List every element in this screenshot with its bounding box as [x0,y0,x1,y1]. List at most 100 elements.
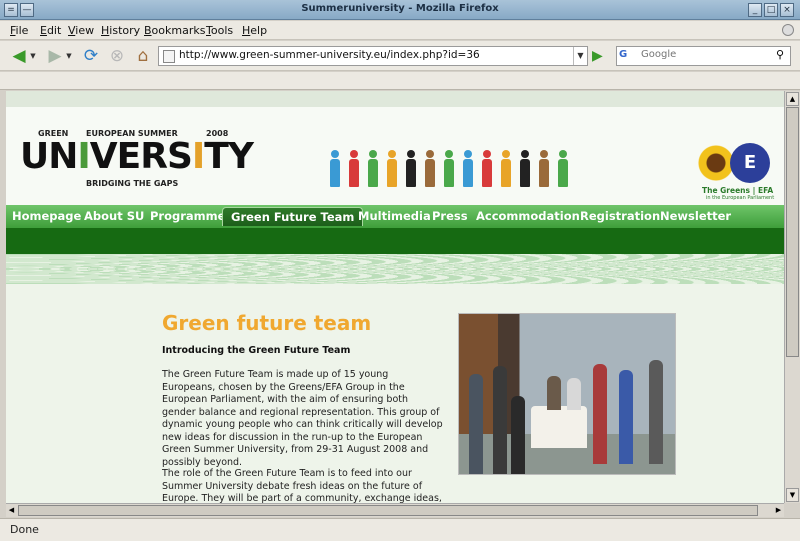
url-bar[interactable]: ▼ [158,46,588,66]
scroll-right-icon[interactable]: ▶ [773,505,784,516]
person-head [331,150,339,158]
page-top-strip [6,91,784,107]
party-subtitle: in the European Parliament [706,195,775,201]
menu-edit[interactable]: Edit [40,24,61,37]
greens-efa-logo[interactable]: E The Greens | EFA in the European Parli… [696,133,776,203]
photo-person [593,364,607,464]
photo-person [511,396,525,474]
person-head [426,150,434,158]
photo-person [649,360,663,464]
nav-programme[interactable]: Programme [150,209,225,223]
photo-person [469,374,483,474]
person-figure-icon [480,150,494,187]
scroll-up-icon[interactable]: ▲ [786,92,799,106]
home-icon[interactable]: ⌂ [132,46,154,66]
person-figure-icon [347,150,361,187]
nav-newsletter[interactable]: Newsletter [660,209,731,223]
person-head [350,150,358,158]
person-body [558,159,568,187]
person-figure-icon [404,150,418,187]
search-input[interactable] [641,49,761,60]
minimize-button[interactable]: _ [748,3,762,17]
person-body [330,159,340,187]
nav-press[interactable]: Press [432,209,468,223]
person-head [388,150,396,158]
vertical-scrollbar[interactable]: ▲ ▼ [784,91,800,503]
photo-person [619,370,633,464]
person-figure-icon [442,150,456,187]
back-icon[interactable]: ◀ [8,46,30,66]
site-logo[interactable]: UNIVERSITY [20,139,254,175]
person-head [521,150,529,158]
page-viewport: GREEN EUROPEAN SUMMER 2008 UNIVERSITY BR… [6,91,784,503]
forward-dropdown-icon[interactable]: ▼ [64,46,74,66]
person-figure-icon [518,150,532,187]
person-figure-icon [328,150,342,187]
nav-green-future-team[interactable]: Green Future Team [222,207,364,226]
menu-bar: File Edit View History Bookmarks Tools H… [0,21,800,40]
person-figure-icon [423,150,437,187]
person-body [539,159,549,187]
scroll-down-icon[interactable]: ▼ [786,488,799,502]
person-body [387,159,397,187]
person-body [444,159,454,187]
nav-about-su[interactable]: About SU [84,209,144,223]
url-dropdown-icon[interactable]: ▼ [573,47,587,65]
nav-registration[interactable]: Registration [580,209,660,223]
person-figure-icon [556,150,570,187]
photo-person [567,378,581,410]
search-icon[interactable]: ⚲ [772,48,788,64]
page-favicon-icon [163,50,175,63]
throbber-icon [782,24,794,36]
person-figure-icon [537,150,551,187]
menu-tools[interactable]: Tools [206,24,233,37]
window-titlebar: = — Summeruniversity - Mozilla Firefox _… [0,0,800,20]
bookmarks-toolbar [0,72,800,90]
navigation-toolbar: ◀ ▼ ▶ ▼ ⟳ ⊗ ⌂ ▼ ▶ G ⚲ [0,41,800,71]
person-figure-icon [366,150,380,187]
reload-icon[interactable]: ⟳ [80,46,102,66]
person-head [540,150,548,158]
person-head [502,150,510,158]
search-bar[interactable]: G ⚲ [616,46,791,66]
person-head [559,150,567,158]
photo-person [493,366,507,474]
horizontal-scroll-thumb[interactable] [18,505,758,516]
person-body [368,159,378,187]
person-body [482,159,492,187]
site-nav: Homepage About SU Programme Green Future… [6,205,784,228]
menu-bookmarks[interactable]: Bookmarks [144,24,205,37]
nav-accommodation[interactable]: Accommodation [476,209,580,223]
horizontal-scrollbar[interactable]: ◀ ▶ [6,503,784,517]
person-head [464,150,472,158]
photo-table [531,406,587,448]
menu-history[interactable]: History [101,24,140,37]
nav-multimedia[interactable]: Multimedia [358,209,431,223]
scroll-left-icon[interactable]: ◀ [6,505,17,516]
forward-icon[interactable]: ▶ [44,46,66,66]
url-input[interactable] [179,49,559,61]
back-dropdown-icon[interactable]: ▼ [28,46,38,66]
maximize-button[interactable]: □ [764,3,778,17]
nav-homepage[interactable]: Homepage [12,209,81,223]
person-body [501,159,511,187]
menu-file[interactable]: File [10,24,28,37]
page-title: Green future team [162,311,372,335]
decorative-pattern [6,254,784,284]
section-heading: Introducing the Green Future Team [162,345,351,356]
team-photo [458,313,676,475]
close-button[interactable]: × [780,3,794,17]
person-head [369,150,377,158]
search-engine-icon[interactable]: G [619,49,639,63]
sub-navigation [6,228,784,254]
role-paragraph: The role of the Green Future Team is to … [162,468,442,503]
go-icon[interactable]: ▶ [592,47,608,65]
stop-icon[interactable]: ⊗ [106,46,128,66]
person-body [406,159,416,187]
sunflower-icon [698,145,734,181]
menu-help[interactable]: Help [242,24,267,37]
person-figure-icon [385,150,399,187]
vertical-scroll-thumb[interactable] [786,107,799,357]
party-name: The Greens | EFA [702,186,774,195]
menu-view[interactable]: View [68,24,94,37]
